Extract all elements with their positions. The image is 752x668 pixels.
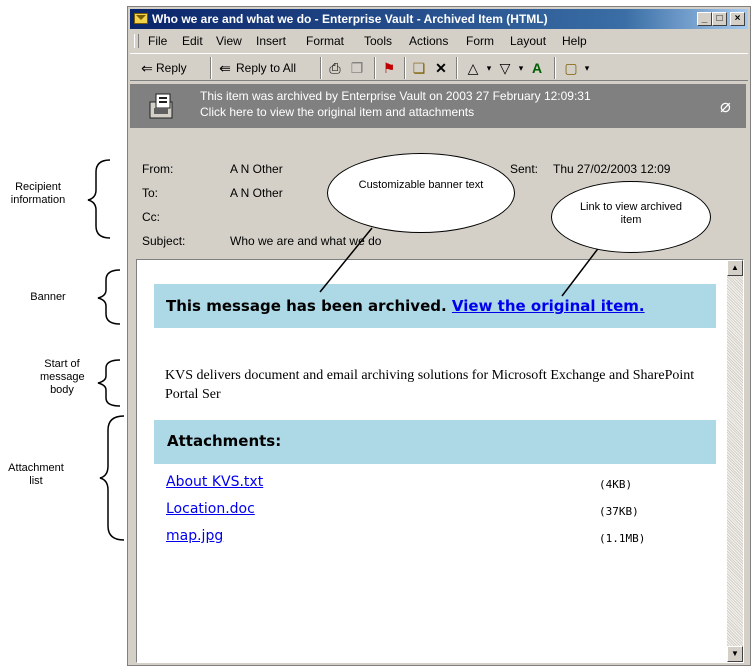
view-original-link[interactable]: Click here to view the original item and…: [200, 105, 474, 119]
menu-format[interactable]: Format: [306, 31, 344, 51]
copy-icon[interactable]: ❐: [348, 59, 366, 77]
from-label: From:: [142, 162, 174, 176]
subject-label: Subject:: [142, 234, 186, 248]
toolbar-separator: [374, 57, 376, 79]
title-bar[interactable]: Who we are and what we do - Enterprise V…: [130, 9, 748, 29]
callout-link-label: Link to view archived item: [579, 201, 683, 226]
view-original-item-link[interactable]: View the original item.: [452, 297, 645, 315]
print-icon[interactable]: ⎙: [326, 59, 344, 77]
attachment-link[interactable]: About KVS.txt: [166, 474, 263, 490]
banner-text: This message has been archived.: [166, 297, 447, 315]
close-button[interactable]: ×: [730, 12, 745, 26]
annotation-banner: Banner: [30, 291, 66, 303]
menu-help[interactable]: Help: [562, 31, 587, 51]
menu-tools[interactable]: Tools: [364, 31, 392, 51]
archive-notice-bar[interactable]: This item was archived by Enterprise Vau…: [130, 84, 746, 128]
archive-notice-text: This item was archived by Enterprise Vau…: [200, 89, 591, 103]
toolbar-separator: [404, 57, 406, 79]
attachment-link[interactable]: map.jpg: [166, 528, 223, 544]
mail-envelope-icon: [134, 13, 148, 24]
message-body[interactable]: This message has been archived. View the…: [136, 259, 744, 663]
vertical-scrollbar[interactable]: ▲ ▼: [727, 260, 743, 662]
scroll-down-button[interactable]: ▼: [727, 646, 743, 662]
menu-file[interactable]: File: [148, 31, 167, 51]
menu-actions[interactable]: Actions: [409, 31, 448, 51]
to-label: To:: [142, 186, 159, 200]
toolbar-separator: [320, 57, 322, 79]
window-title: Who we are and what we do - Enterprise V…: [152, 12, 548, 26]
attachments-heading: Attachments:: [167, 432, 282, 450]
menu-layout[interactable]: Layout: [510, 31, 546, 51]
callout-customizable-banner-text: Customizable banner text: [327, 153, 515, 233]
menu-bar: File Edit View Insert Format Tools Actio…: [130, 31, 748, 51]
outlook-window: Who we are and what we do - Enterprise V…: [127, 6, 751, 666]
move-icon[interactable]: ❏: [410, 59, 428, 77]
menu-edit[interactable]: Edit: [182, 31, 203, 51]
toolbar-separator: [210, 57, 212, 79]
to-value[interactable]: A N Other: [230, 186, 283, 200]
reply-all-button[interactable]: Reply to All: [236, 58, 296, 78]
message-body-text: KVS delivers document and email archivin…: [165, 368, 695, 402]
maximize-button[interactable]: □: [712, 12, 727, 26]
toolbar-separator: [554, 57, 556, 79]
paperclip-icon: ⌀: [720, 96, 731, 116]
attachment-size: (1.1MB): [599, 532, 646, 545]
subject-value: Who we are and what we do: [230, 234, 382, 248]
menu-view[interactable]: View: [216, 31, 242, 51]
callout-banner-label: Customizable banner text: [358, 179, 484, 191]
reply-button[interactable]: Reply: [156, 58, 187, 78]
annotation-attachment-list: Attachment list: [8, 462, 64, 487]
reply-icon[interactable]: ⇐: [138, 59, 156, 77]
attachments-header: Attachments:: [154, 420, 716, 464]
annotation-start-of-message-body: Start of message body: [40, 358, 85, 396]
toolbar-separator: [456, 57, 458, 79]
archive-banner: This message has been archived. View the…: [154, 284, 716, 328]
attachment-size: (4KB): [599, 478, 633, 491]
reply-all-icon[interactable]: ⇚: [216, 59, 234, 77]
minimize-button[interactable]: _: [697, 12, 712, 26]
address-book-icon[interactable]: A: [528, 59, 546, 77]
sent-value: Thu 27/02/2003 12:09: [553, 162, 671, 176]
delete-icon[interactable]: ✕: [432, 59, 450, 77]
cc-label: Cc:: [142, 210, 160, 224]
from-value[interactable]: A N Other: [230, 162, 283, 176]
sent-label: Sent:: [510, 162, 539, 176]
toolbar: ⇐ Reply ⇚ Reply to All ⎙ ❐ ⚑ ❏ ✕ △ ▾ ▽ ▾…: [130, 53, 748, 81]
menu-grip: [134, 34, 139, 48]
annotation-recipient-information: Recipient information: [10, 181, 66, 206]
attachment-size: (37KB): [599, 505, 639, 518]
flag-icon[interactable]: ⚑: [380, 59, 398, 77]
menu-form[interactable]: Form: [466, 31, 494, 51]
options-dropdown-icon[interactable]: ▾: [578, 59, 596, 77]
menu-insert[interactable]: Insert: [256, 31, 286, 51]
callout-link-to-view-archived-item: Link to view archived item: [551, 181, 711, 253]
scroll-up-button[interactable]: ▲: [727, 260, 743, 276]
attachment-link[interactable]: Location.doc: [166, 501, 255, 517]
archive-vault-icon: [149, 93, 173, 119]
